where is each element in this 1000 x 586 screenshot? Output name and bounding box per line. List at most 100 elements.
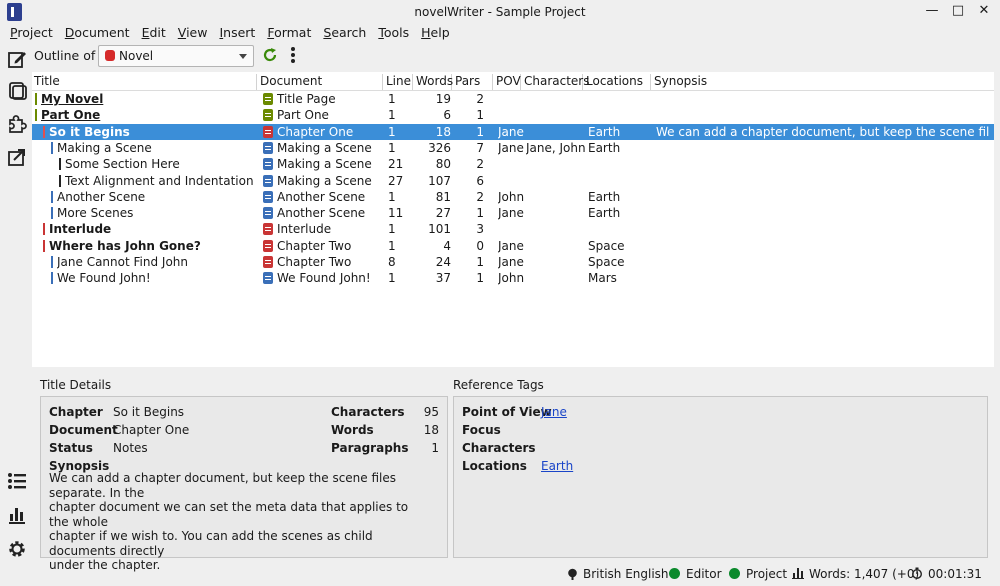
settings-gear-icon[interactable]: [6, 538, 28, 560]
heading-level-marker-icon: [59, 158, 61, 171]
project-tree-icon[interactable]: [6, 80, 28, 102]
menu-item[interactable]: View: [172, 24, 214, 42]
cell-words: 101: [428, 222, 451, 237]
column-header[interactable]: Pars: [455, 74, 493, 90]
reference-tags-panel: Point of View Jane Focus Characters Loca…: [453, 396, 988, 558]
menu-bar: Project Document Edit View Insert Format Searc…: [4, 24, 456, 42]
menu-label: roject: [17, 25, 53, 40]
cell-doc: Chapter Two: [277, 238, 352, 253]
menu-label: earch: [331, 25, 367, 40]
menu-item[interactable]: Document: [59, 24, 136, 42]
document-icon: [263, 109, 273, 122]
outline-of-label: Outline of: [34, 48, 96, 63]
table-row[interactable]: Jane Cannot Find John Chapter Two 8 24 1 Jane…: [32, 254, 994, 270]
menu-item[interactable]: Format: [261, 24, 317, 42]
status-project: Project: [729, 567, 787, 583]
outline-list-icon[interactable]: [6, 470, 28, 492]
menu-label: iew: [186, 25, 208, 40]
document-icon: [263, 207, 273, 220]
cell-locs: Mars: [588, 271, 617, 286]
more-options-icon[interactable]: [290, 46, 296, 64]
location-link[interactable]: Earth: [541, 459, 573, 473]
table-row[interactable]: We Found John! We Found John! 1 37 1 John Mars: [32, 270, 994, 286]
cell-doc: Interlude: [277, 222, 332, 237]
project-status-dot-icon: [729, 568, 740, 579]
refresh-icon[interactable]: [262, 47, 278, 63]
row-title: More Scenes: [57, 206, 134, 221]
column-header[interactable]: POV: [496, 74, 521, 90]
cell-pars: 2: [476, 157, 484, 172]
heading-level-marker-icon: [51, 207, 53, 220]
cell-words: 27: [435, 206, 451, 221]
table-row[interactable]: Another Scene Another Scene 1 81 2 John Earth: [32, 189, 994, 205]
heading-level-marker-icon: [43, 223, 45, 236]
row-title: Another Scene: [57, 189, 146, 204]
menu-label: dit: [149, 25, 166, 40]
heading-level-marker-icon: [59, 174, 61, 187]
cell-pars: 7: [476, 140, 484, 155]
column-header[interactable]: Document: [260, 74, 383, 90]
word-count-chart-icon: [792, 568, 804, 579]
document-icon: [263, 125, 273, 138]
row-title: Part One: [41, 108, 101, 123]
table-row[interactable]: So it Begins Chapter One 1 18 1 Jane Earth We c…: [32, 123, 994, 140]
cell-pov: Jane: [498, 206, 524, 221]
row-title: My Novel: [41, 92, 104, 106]
window-title: novelWriter - Sample Project: [414, 5, 586, 19]
root-folder-select[interactable]: Novel: [98, 45, 254, 67]
menu-item[interactable]: Insert: [213, 24, 261, 42]
column-header[interactable]: Words: [416, 74, 453, 90]
menu-item[interactable]: Edit: [136, 24, 172, 42]
cell-words: 80: [435, 157, 451, 172]
cell-pov: Jane: [498, 238, 524, 253]
cell-line: 1: [388, 271, 396, 286]
column-header[interactable]: Locations: [586, 74, 651, 90]
synopsis-line: chapter if we wish to. You can add the s…: [49, 529, 373, 558]
menu-item[interactable]: Project: [4, 24, 59, 42]
table-row[interactable]: My Novel Title Page 1 19 2: [32, 91, 994, 107]
table-row[interactable]: Part One Part One 1 6 1: [32, 107, 994, 123]
cell-words: 6: [443, 108, 451, 123]
editor-text: Editor: [686, 567, 722, 581]
locations-key: Locations: [462, 459, 527, 473]
cell-pars: 1: [476, 255, 484, 269]
table-row[interactable]: Making a Scene Making a Scene 1 326 7 Jane Jan…: [32, 140, 994, 156]
cell-pars: 1: [476, 271, 484, 286]
left-sidebar: [0, 44, 32, 586]
minimize-button[interactable]: —: [924, 3, 940, 19]
maximize-button[interactable]: □: [950, 3, 966, 19]
table-row[interactable]: More Scenes Another Scene 11 27 1 Jane Earth: [32, 205, 994, 221]
table-row[interactable]: Where has John Gone? Chapter Two 1 4 0 Jane Sp…: [32, 238, 994, 254]
cell-doc: We Found John!: [277, 271, 371, 286]
column-header[interactable]: Line: [386, 74, 413, 90]
statistics-chart-icon[interactable]: [6, 504, 28, 526]
close-button[interactable]: ✕: [976, 3, 992, 19]
outline-tree[interactable]: Title Document Line Words Pars POV Characters L…: [32, 72, 994, 367]
pov-link[interactable]: Jane: [541, 405, 567, 419]
cell-pars: 2: [476, 189, 484, 204]
table-row[interactable]: Text Alignment and Indentation Making a S…: [32, 173, 994, 189]
menu-item[interactable]: Tools: [372, 24, 415, 42]
column-header[interactable]: Title: [34, 74, 257, 90]
menu-item[interactable]: Help: [415, 24, 456, 42]
heading-level-marker-icon: [35, 109, 37, 122]
menu-item[interactable]: Search: [317, 24, 372, 42]
cell-words: 19: [435, 92, 451, 106]
column-header[interactable]: Synopsis: [654, 74, 990, 90]
export-icon[interactable]: [6, 146, 28, 168]
cell-words: 81: [435, 189, 451, 204]
document-icon: [263, 141, 273, 154]
cell-line: 1: [388, 92, 396, 106]
edit-document-icon[interactable]: [6, 48, 28, 70]
column-header[interactable]: Characters: [524, 74, 590, 90]
editor-status-dot-icon: [669, 568, 680, 579]
document-key: Document: [49, 423, 118, 437]
table-row[interactable]: Interlude Interlude 1 101 3: [32, 221, 994, 237]
cell-pars: 2: [476, 92, 484, 106]
puzzle-icon[interactable]: [6, 113, 28, 135]
row-title: So it Begins: [49, 124, 130, 139]
cell-doc: Another Scene: [277, 189, 366, 204]
cell-pov: John: [498, 271, 525, 286]
status-language: British English: [567, 567, 669, 583]
table-row[interactable]: Some Section Here Making a Scene 21 80 2: [32, 156, 994, 172]
